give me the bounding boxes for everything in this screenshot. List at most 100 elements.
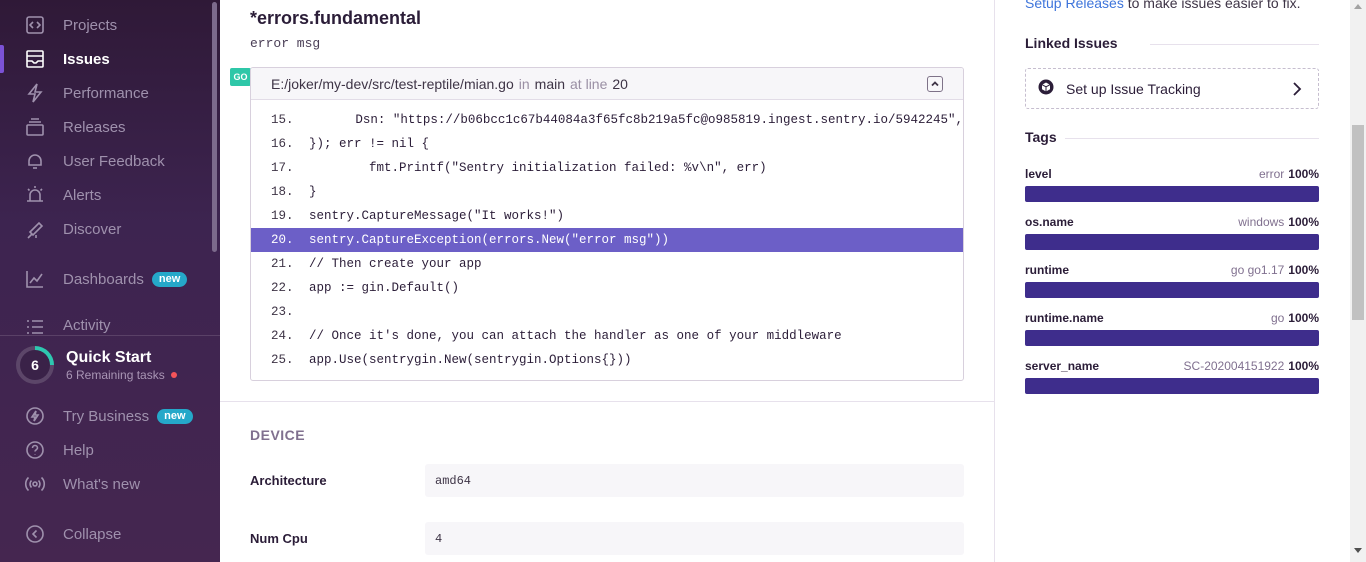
sidebar-scrollbar[interactable] (212, 2, 217, 252)
stack-frame: E:/joker/my-dev/src/test-reptile/mian.go… (250, 67, 964, 381)
device-section-title: DEVICE (250, 427, 305, 443)
code-line-highlighted: 20.sentry.CaptureException(errors.New("e… (251, 228, 963, 252)
setup-issue-tracking-label: Set up Issue Tracking (1066, 81, 1201, 97)
sidebar-item-discover[interactable]: Discover (0, 212, 212, 246)
setup-releases-link[interactable]: Setup Releases (1025, 0, 1124, 11)
tag-distribution-bar[interactable] (1025, 282, 1319, 298)
quick-start[interactable]: 6 Quick Start 6 Remaining tasks (16, 343, 212, 387)
tag-value: error100% (1259, 167, 1319, 181)
tag-key: server_name (1025, 359, 1099, 373)
device-key-num-cpu: Num Cpu (250, 531, 308, 546)
scroll-down-arrow-icon[interactable] (1354, 548, 1362, 553)
sidebar-item-alerts[interactable]: Alerts (0, 178, 212, 212)
tag-server-name[interactable]: server_nameSC-202004151922100% (1025, 358, 1319, 394)
tag-level[interactable]: level error100% (1025, 166, 1319, 202)
sidebar-item-collapse[interactable]: Collapse (0, 517, 212, 551)
chevron-right-icon (1290, 81, 1304, 100)
platform-go-icon: GO (230, 68, 251, 86)
sidebar-item-label: Collapse (63, 526, 121, 543)
alerts-icon (24, 184, 46, 206)
tags-heading: Tags (1025, 129, 1057, 145)
sidebar-item-try-business[interactable]: Try Business new (0, 399, 212, 433)
notification-dot (171, 372, 177, 378)
frame-in-label: in (519, 76, 530, 92)
sidebar-item-user-feedback[interactable]: User Feedback (0, 144, 212, 178)
sidebar-item-label: Performance (63, 85, 149, 102)
sidebar-item-whats-new[interactable]: What's new (0, 467, 212, 501)
device-value-architecture: amd64 (425, 464, 964, 497)
sidebar-item-label: Releases (63, 119, 126, 136)
projects-icon (24, 14, 46, 36)
tag-distribution-bar[interactable] (1025, 234, 1319, 250)
sidebar-item-label: Issues (63, 51, 110, 68)
sidebar-item-label: Help (63, 442, 94, 459)
heading-rule (1065, 138, 1319, 139)
event-sidebar: Setup Releases to make issues easier to … (995, 0, 1350, 562)
sidebar-item-label: Projects (63, 17, 117, 34)
tag-distribution-bar[interactable] (1025, 186, 1319, 202)
sidebar-item-label: Dashboards (63, 271, 144, 288)
sidebar-item-activity[interactable]: Activity (0, 313, 212, 335)
event-main-content: *errors.fundamental error msg GO E:/joke… (220, 0, 995, 562)
frame-filename: E:/joker/my-dev/src/test-reptile/mian.go (271, 76, 514, 92)
tag-runtime-name[interactable]: runtime.name go100% (1025, 310, 1319, 346)
tag-distribution-bar[interactable] (1025, 330, 1319, 346)
code-line: 17. fmt.Printf("Sentry initialization fa… (251, 156, 963, 180)
exception-type: *errors.fundamental (250, 8, 421, 29)
page-scrollbar[interactable] (1350, 0, 1366, 562)
section-divider (220, 401, 994, 402)
chevron-up-icon (930, 79, 940, 89)
sidebar-item-dashboards[interactable]: Dashboards new (0, 262, 212, 296)
heading-rule (1150, 44, 1319, 45)
code-line: 18.} (251, 180, 963, 204)
tag-value: windows100% (1238, 215, 1319, 229)
code-line: 16.}); err != nil { (251, 132, 963, 156)
quick-start-title: Quick Start (66, 349, 177, 367)
code-line: 23. (251, 300, 963, 324)
tag-distribution-bar[interactable] (1025, 378, 1319, 394)
scroll-up-arrow-icon[interactable] (1354, 4, 1362, 9)
frame-function: main (535, 76, 565, 92)
code-line: 25.app.Use(sentrygin.New(sentrygin.Optio… (251, 348, 963, 372)
release-hint: Setup Releases to make issues easier to … (1025, 0, 1300, 11)
new-badge: new (152, 272, 187, 287)
exception-message: error msg (250, 36, 320, 51)
code-line: 15. Dsn: "https://b06bcc1c67b44084a3f65f… (251, 108, 963, 132)
setup-issue-tracking-button[interactable]: Set up Issue Tracking (1025, 68, 1319, 109)
device-value-num-cpu: 4 (425, 522, 964, 555)
sidebar-item-label: Activity (63, 317, 111, 334)
linked-issues-heading: Linked Issues (1025, 35, 1118, 51)
tag-key: level (1025, 167, 1052, 181)
activity-icon (24, 317, 46, 335)
sidebar-item-label: Alerts (63, 187, 101, 204)
tag-key: runtime.name (1025, 311, 1104, 325)
user-feedback-icon (24, 150, 46, 172)
releases-icon (24, 116, 46, 138)
sidebar-item-help[interactable]: Help (0, 433, 212, 467)
code-line: 21.// Then create your app (251, 252, 963, 276)
tag-value: go100% (1271, 311, 1319, 325)
collapse-frame-button[interactable] (927, 76, 943, 92)
sidebar-item-label: What's new (63, 476, 140, 493)
help-icon (24, 439, 46, 461)
code-line: 22.app := gin.Default() (251, 276, 963, 300)
issues-icon (24, 48, 46, 70)
sidebar-item-issues[interactable]: Issues (0, 42, 212, 76)
page-scrollbar-thumb[interactable] (1352, 125, 1364, 320)
frame-at-line-label: at line (570, 76, 607, 92)
sidebar-item-label: Try Business (63, 408, 149, 425)
stack-frame-header[interactable]: E:/joker/my-dev/src/test-reptile/mian.go… (251, 68, 963, 100)
frame-line-number: 20 (612, 76, 628, 92)
tag-os-name[interactable]: os.name windows100% (1025, 214, 1319, 250)
sidebar-item-releases[interactable]: Releases (0, 110, 212, 144)
tag-key: os.name (1025, 215, 1074, 229)
tag-value: go go1.17100% (1231, 263, 1319, 277)
sidebar-item-performance[interactable]: Performance (0, 76, 212, 110)
sidebar-item-label: Discover (63, 221, 121, 238)
code-line: 19.sentry.CaptureMessage("It works!") (251, 204, 963, 228)
integration-icon (1038, 79, 1054, 98)
tag-runtime[interactable]: runtime go go1.17100% (1025, 262, 1319, 298)
tag-key: runtime (1025, 263, 1069, 277)
device-key-architecture: Architecture (250, 473, 327, 488)
sidebar-item-projects[interactable]: Projects (0, 8, 212, 42)
